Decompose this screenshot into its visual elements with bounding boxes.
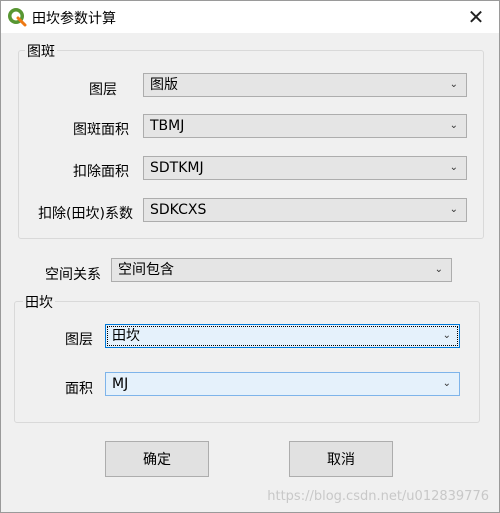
- close-button[interactable]: ✕: [453, 1, 499, 33]
- chevron-down-icon: ⌄: [434, 264, 443, 275]
- qgis-logo-icon: [8, 8, 27, 27]
- tiankan-layer-combo[interactable]: 田坎 ⌄: [105, 324, 460, 348]
- tiankan-area-combo[interactable]: MJ ⌄: [105, 372, 460, 396]
- chevron-down-icon: ⌄: [442, 378, 451, 389]
- dialog-window: 田坎参数计算 ✕ 图斑 图层 图版 ⌄ 图斑面积 TBMJ ⌄ 扣除面积 SDT…: [0, 0, 500, 513]
- tuban-layer-combo[interactable]: 图版 ⌄: [143, 73, 467, 97]
- tiankan-area-value: MJ: [112, 376, 129, 392]
- deduct-area-combo[interactable]: SDTKMJ ⌄: [143, 156, 467, 180]
- deduct-coef-label: 扣除(田坎)系数: [38, 206, 133, 222]
- chevron-down-icon: ⌄: [449, 79, 458, 90]
- chevron-down-icon: ⌄: [449, 204, 458, 215]
- focus-rect: [107, 326, 458, 346]
- tuban-layer-label: 图层: [89, 82, 117, 98]
- watermark-text: https://blog.csdn.net/u012839776: [267, 489, 489, 504]
- tuban-area-label: 图斑面积: [73, 122, 129, 138]
- spatial-relation-combo[interactable]: 空间包含 ⌄: [111, 258, 452, 282]
- chevron-down-icon: ⌄: [449, 120, 458, 131]
- ok-button-label: 确定: [143, 452, 171, 468]
- cancel-button-label: 取消: [327, 452, 355, 468]
- tuban-area-combo[interactable]: TBMJ ⌄: [143, 114, 467, 138]
- close-icon: ✕: [467, 5, 485, 29]
- chevron-down-icon: ⌄: [449, 162, 458, 173]
- cancel-button[interactable]: 取消: [289, 441, 393, 477]
- tiankan-area-label: 面积: [65, 381, 93, 397]
- tiankan-layer-label: 图层: [65, 332, 93, 348]
- window-title: 田坎参数计算: [32, 11, 116, 27]
- tiankan-group-title: 田坎: [23, 292, 55, 312]
- title-bar: 田坎参数计算 ✕: [1, 1, 499, 33]
- ok-button[interactable]: 确定: [105, 441, 209, 477]
- deduct-coef-combo[interactable]: SDKCXS ⌄: [143, 198, 467, 222]
- deduct-area-label: 扣除面积: [73, 164, 129, 180]
- spatial-relation-label: 空间关系: [45, 267, 101, 283]
- tuban-layer-value: 图版: [150, 77, 178, 93]
- chevron-down-icon: ⌄: [442, 330, 451, 341]
- deduct-area-value: SDTKMJ: [150, 160, 204, 176]
- tuban-area-value: TBMJ: [150, 118, 185, 134]
- tuban-group-title: 图斑: [25, 41, 57, 61]
- spatial-relation-value: 空间包含: [118, 262, 174, 278]
- tiankan-group: [14, 301, 480, 423]
- deduct-coef-value: SDKCXS: [150, 202, 207, 218]
